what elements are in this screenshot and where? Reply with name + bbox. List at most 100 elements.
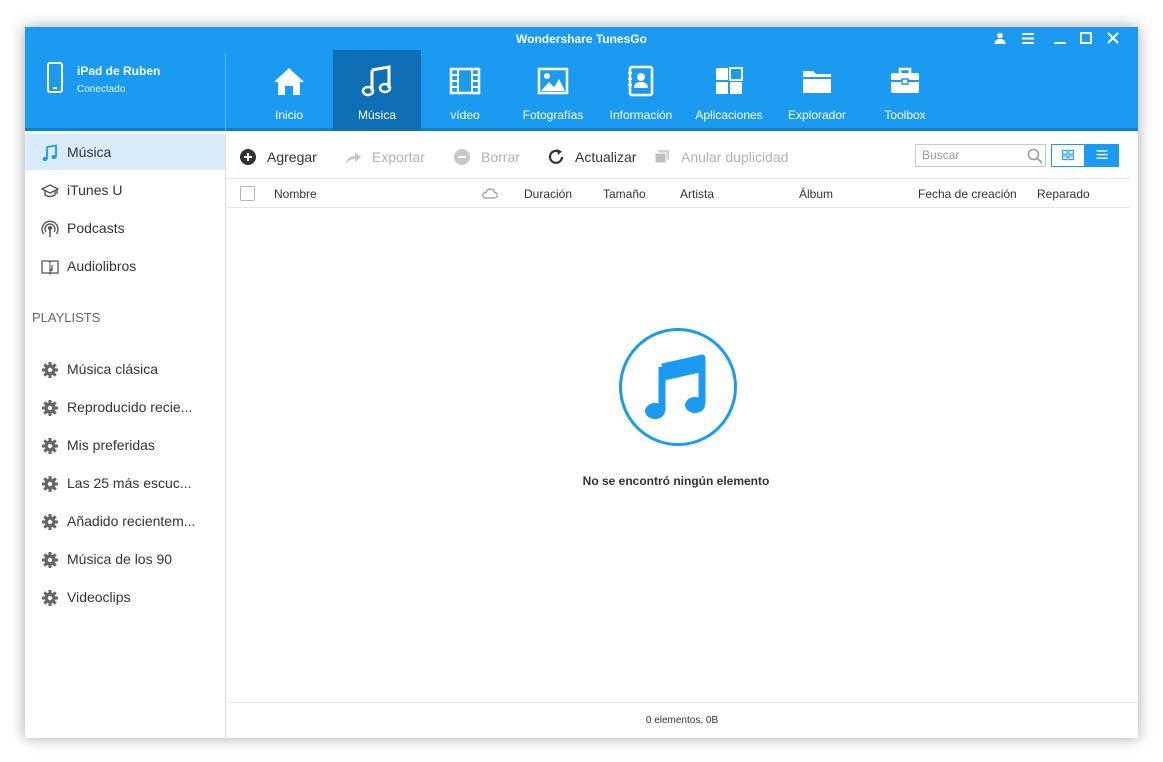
playlist-item[interactable]: Las 25 más escuc... [25,465,225,501]
playlist-label: Las 25 más escuc... [67,475,192,491]
nav-inicio[interactable]: Inicio [245,50,333,131]
delete-label: Borrar [481,149,520,165]
topbar-divider [225,53,226,131]
column-header-repaired[interactable]: Reparado [1037,187,1090,201]
music-note-icon [42,144,57,161]
nav-label: vídeo [450,108,480,122]
main-panel: Agregar Exportar Borrar Actualizar Anula… [226,134,1138,738]
playlist-item[interactable]: Videoclips [25,579,225,615]
device-info: iPad de Ruben Conectado [45,61,225,101]
gear-icon [42,552,58,568]
nav-label: Inicio [274,108,303,122]
music-note-icon [645,354,706,419]
add-label: Agregar [267,149,317,165]
column-header-name[interactable]: Nombre [274,187,317,201]
sidebar: Música iTunes U Podcasts Audiolibros PLA… [25,134,226,738]
nav-aplicaciones[interactable]: Aplicaciones [685,50,773,131]
app-window: Wondershare TunesGo iPad de Ruben Conect… [25,27,1138,738]
film-icon [449,67,481,95]
playlists-heading: PLAYLISTS [32,310,101,325]
home-icon [274,68,304,95]
nav-video[interactable]: vídeo [421,50,509,131]
toolbar: Agregar Exportar Borrar Actualizar Anula… [226,134,1138,178]
dedupe-label: Anular duplicidad [681,149,789,165]
graduation-cap-icon [41,184,59,198]
table-header: Nombre Duración Tamaño Artista Álbum Fec… [226,178,1130,208]
column-header-duration[interactable]: Duración [524,187,572,201]
toolbox-icon [891,67,919,93]
plus-circle-icon [240,149,256,165]
top-bar: Wondershare TunesGo iPad de Ruben Conect… [25,27,1138,131]
nav-fotografias[interactable]: Fotografías [509,50,597,131]
select-all-checkbox[interactable] [240,186,255,201]
nav-label: Fotografías [522,108,584,122]
audiobook-icon [41,260,59,275]
empty-state-badge [619,328,737,446]
nav-label: Toolbox [884,108,926,122]
user-icon[interactable] [991,32,1009,48]
close-icon[interactable] [1104,32,1122,48]
gear-icon [42,590,58,606]
playlist-item[interactable]: Música de los 90 [25,541,225,577]
playlist-item[interactable]: Música clásica [25,351,225,387]
column-header-size[interactable]: Tamaño [603,187,646,201]
nav-toolbox[interactable]: Toolbox [861,50,949,131]
minus-circle-icon [454,149,470,165]
playlist-item[interactable]: Mis preferidas [25,427,225,463]
apps-grid-icon [716,67,743,94]
export-arrow-icon [346,152,361,164]
export-label: Exportar [372,149,425,165]
sidebar-item-podcasts[interactable]: Podcasts [25,210,225,246]
column-header-artist[interactable]: Artista [680,187,714,201]
refresh-icon [548,149,564,164]
nav-label: Información [609,108,673,122]
podcast-icon [41,220,59,237]
folder-icon [803,71,831,93]
playlist-item[interactable]: Añadido recientem... [25,503,225,539]
picture-icon [537,67,569,95]
list-view-button[interactable] [1085,144,1119,167]
grid-view-icon [1061,149,1075,161]
grid-view-button[interactable] [1051,144,1085,167]
gear-icon [42,514,58,530]
device-name: iPad de Ruben [77,64,161,78]
sidebar-item-label: Audiolibros [67,258,137,274]
playlist-label: Música de los 90 [67,551,173,567]
minimize-icon[interactable] [1051,32,1069,48]
nav-label: Música [357,108,396,122]
nav-musica[interactable]: Música [333,50,421,131]
refresh-label: Actualizar [575,149,637,165]
cloud-icon [482,188,498,199]
sidebar-item-label: Podcasts [67,220,125,236]
gear-icon [42,362,58,378]
sidebar-item-musica[interactable]: Música [25,134,225,170]
device-status: Conectado [77,84,126,95]
sidebar-item-label: iTunes U [67,182,123,198]
gear-icon [42,438,58,454]
playlist-label: Música clásica [67,361,159,377]
playlist-label: Videoclips [67,589,131,605]
contacts-book-icon [628,65,654,97]
gear-icon [42,476,58,492]
playlist-label: Añadido recientem... [67,513,196,529]
nav-explorador[interactable]: Explorador [773,50,861,131]
column-header-album[interactable]: Álbum [799,187,833,201]
window-title: Wondershare TunesGo [516,32,647,46]
sidebar-item-audiolibros[interactable]: Audiolibros [25,248,225,284]
list-view-icon [1096,150,1108,159]
menu-icon[interactable] [1019,32,1037,48]
nav-label: Aplicaciones [695,108,763,122]
empty-state-message: No se encontró ningún elemento [582,474,770,488]
playlist-label: Reproducido recie... [67,399,193,415]
maximize-icon[interactable] [1077,32,1095,48]
playlist-item[interactable]: Reproducido recie... [25,389,225,425]
playlist-label: Mis preferidas [67,437,155,453]
search-icon[interactable] [1027,148,1043,164]
column-header-created[interactable]: Fecha de creación [918,187,1017,201]
music-note-icon [361,65,392,97]
duplicate-icon [654,150,669,164]
main-nav: Inicio Música vídeo Fotografías Informac… [245,50,949,131]
nav-informacion[interactable]: Información [597,50,685,131]
sidebar-item-itunes-u[interactable]: iTunes U [25,172,225,208]
ipad-icon [47,62,63,93]
